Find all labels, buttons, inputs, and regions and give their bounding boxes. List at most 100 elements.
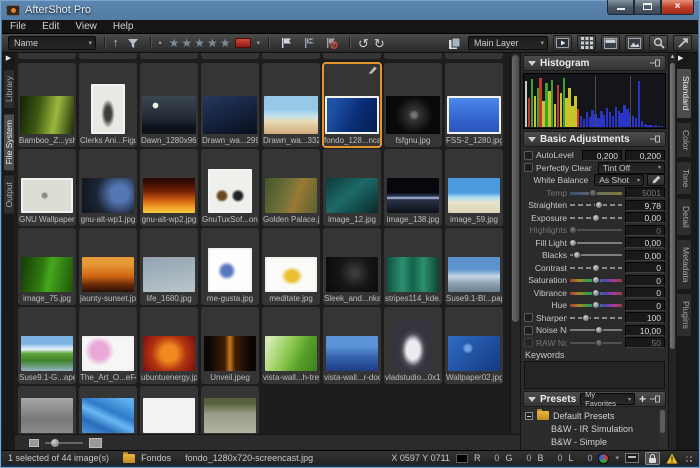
tab-plugins[interactable]: Plugins bbox=[676, 293, 692, 337]
thumbnail-cell[interactable]: Unveil.jpeg bbox=[201, 307, 259, 384]
color-label-dropdown-arrow[interactable]: ▾ bbox=[256, 40, 260, 47]
thumbnail-cell[interactable]: image_75.jpg bbox=[18, 228, 76, 305]
tab-library[interactable]: Library bbox=[3, 69, 15, 109]
panel-scrollbar[interactable]: ▲ bbox=[668, 53, 676, 450]
thumbnail-cell[interactable]: image_59.jpg bbox=[445, 149, 503, 226]
noise-ninja-value[interactable]: 10,00 bbox=[625, 325, 665, 336]
sharpening-checkbox[interactable] bbox=[524, 313, 533, 322]
menu-help[interactable]: Help bbox=[113, 21, 134, 32]
filmstrip-toggle-icon[interactable] bbox=[625, 453, 639, 463]
noise-ninja-slider[interactable] bbox=[570, 325, 622, 335]
basic-adjustments-header[interactable]: Basic Adjustments bbox=[523, 131, 666, 147]
tab-color[interactable]: Color bbox=[676, 122, 692, 158]
saturation-slider[interactable] bbox=[570, 275, 622, 285]
slider-knob[interactable] bbox=[582, 314, 590, 322]
add-preset-button[interactable]: + bbox=[639, 393, 646, 405]
thumbnail-cell[interactable] bbox=[79, 386, 137, 434]
thumbnail-cell[interactable]: fsfgnu.jpg bbox=[384, 63, 442, 147]
star-icon[interactable]: ★ bbox=[207, 37, 218, 49]
menu-edit[interactable]: Edit bbox=[42, 21, 59, 32]
color-label-swatch[interactable] bbox=[235, 38, 251, 48]
thumbnail-cell[interactable]: vista-wall...h-tree.jpg bbox=[262, 307, 320, 384]
thumbnail-cell[interactable]: me-gusta.jpg bbox=[201, 228, 259, 305]
thumbnail-cell[interactable]: Dawn_1280x960.jpg bbox=[140, 63, 198, 147]
collapse-right-panel-icon[interactable]: ▶ bbox=[676, 55, 683, 62]
grid-scrollbar[interactable] bbox=[510, 53, 520, 434]
thumbnail-size-slider[interactable] bbox=[45, 442, 83, 444]
thumbnail-cell[interactable]: image_12.jpg bbox=[323, 149, 381, 226]
keywords-input[interactable] bbox=[524, 361, 665, 389]
image-view-icon[interactable] bbox=[625, 35, 644, 51]
sort-field-dropdown[interactable]: Name ▾ bbox=[8, 36, 96, 50]
slider-knob[interactable] bbox=[569, 239, 577, 247]
collapse-left-panel-icon[interactable]: ▶ bbox=[6, 55, 11, 62]
slideshow-icon[interactable] bbox=[553, 35, 572, 51]
resize-grip[interactable] bbox=[684, 454, 692, 462]
thumbnail-cell[interactable]: vista-wall...r-dock.jpg bbox=[323, 307, 381, 384]
thumbnail-cell[interactable]: Golden Palace.jpg bbox=[262, 149, 320, 226]
thumbnail-cell-partial[interactable] bbox=[445, 53, 503, 59]
sharpening-slider[interactable] bbox=[570, 313, 622, 323]
white-balance-eyedropper-button[interactable] bbox=[647, 174, 665, 186]
thumbnail-cell[interactable]: The_Art_O...eFear.jpg bbox=[79, 307, 137, 384]
fill-light-value[interactable]: 0,00 bbox=[625, 237, 665, 248]
thumbnail-cell[interactable]: Drawn_wa...299_.jpg bbox=[201, 63, 259, 147]
thumbnail-cell[interactable]: stripes114_kde.jpg bbox=[384, 228, 442, 305]
slider-knob[interactable] bbox=[592, 289, 600, 297]
thumbnail-cell[interactable]: jaunty-sunset.jpg bbox=[79, 228, 137, 305]
thumbnail-cell[interactable]: Drawn_wa...332_.jpg bbox=[262, 63, 320, 147]
color-management-icon[interactable] bbox=[598, 453, 609, 464]
pin-icon[interactable] bbox=[650, 59, 661, 67]
thumbnail-cell[interactable] bbox=[140, 386, 198, 434]
warning-icon[interactable] bbox=[666, 453, 678, 464]
sort-ascending-icon[interactable]: ↑ bbox=[113, 38, 119, 49]
fullscreen-icon[interactable] bbox=[673, 35, 692, 51]
temp-value[interactable]: 5001 bbox=[625, 187, 665, 198]
sharpening-value[interactable]: 100 bbox=[625, 312, 665, 323]
exposure-value[interactable]: 0,00 bbox=[625, 212, 665, 223]
preset-item[interactable]: B&W - Simple bbox=[525, 435, 666, 448]
thumbnail-cell[interactable]: Suse9.1-Bl...papers.jpg bbox=[445, 228, 503, 305]
pin-icon[interactable] bbox=[650, 395, 661, 403]
filter-icon[interactable] bbox=[124, 36, 142, 51]
highlights-slider[interactable] bbox=[570, 225, 622, 235]
star-icon[interactable]: ★ bbox=[181, 37, 192, 49]
perfectly-clear-checkbox[interactable] bbox=[524, 163, 533, 172]
thumbnail-cell-partial[interactable] bbox=[18, 53, 76, 59]
thumbnail-cell[interactable]: FSS-2_1280.jpg bbox=[445, 63, 503, 147]
thumbnail-cell[interactable]: Sleek_and...nkahn.jpg bbox=[323, 228, 381, 305]
current-folder[interactable]: Fondos bbox=[141, 453, 171, 463]
flag-reject-icon[interactable] bbox=[323, 36, 341, 51]
pin-icon[interactable] bbox=[650, 135, 661, 143]
thumbnail-cell[interactable]: Clerks Ani...Figure.jpg bbox=[79, 63, 137, 147]
thumbnail-cell[interactable]: vladstudio...0x1024.jpg bbox=[384, 307, 442, 384]
magnifier-icon[interactable] bbox=[649, 35, 668, 51]
slider-knob[interactable] bbox=[595, 201, 603, 209]
histogram-header[interactable]: Histogram bbox=[523, 55, 666, 71]
autolevel-high-value[interactable]: 0,200 bbox=[625, 150, 665, 161]
preset-item[interactable]: B&W - IR Simulation bbox=[525, 422, 666, 435]
vibrance-slider[interactable] bbox=[570, 288, 622, 298]
thumbnail-cell[interactable]: Bamboo_Z...ysha.jpg bbox=[18, 63, 76, 147]
raw-noise-checkbox[interactable] bbox=[524, 338, 533, 347]
perfectly-clear-dropdown[interactable]: Tint Off ▾ bbox=[598, 162, 665, 174]
tab-tone[interactable]: Tone bbox=[676, 161, 692, 195]
split-view-icon[interactable] bbox=[601, 35, 620, 51]
thumbnail-cell-partial[interactable] bbox=[140, 53, 198, 59]
flag-icon[interactable] bbox=[277, 36, 295, 51]
autolevel-checkbox[interactable] bbox=[524, 151, 533, 160]
straighten-value[interactable]: 9,78 bbox=[625, 200, 665, 211]
straighten-slider[interactable] bbox=[570, 200, 622, 210]
exposure-slider[interactable] bbox=[570, 213, 622, 223]
menu-view[interactable]: View bbox=[75, 21, 97, 32]
presets-header[interactable]: Presets My Favorites ▾ + bbox=[523, 391, 666, 407]
thumbnail-cell[interactable]: GNU Wallpaper 2.jpg bbox=[18, 149, 76, 226]
slider-knob[interactable] bbox=[592, 301, 600, 309]
slider-knob[interactable] bbox=[592, 276, 600, 284]
slider-knob[interactable] bbox=[592, 264, 600, 272]
thumbnail-cell[interactable]: gnu-alt-wp2.jpg bbox=[140, 149, 198, 226]
slider-knob[interactable] bbox=[592, 214, 600, 222]
rotate-left-icon[interactable]: ↺ bbox=[358, 37, 369, 50]
thumbnail-cell[interactable]: image_138.jpg bbox=[384, 149, 442, 226]
zoom-in-thumbnail-icon[interactable] bbox=[89, 438, 102, 448]
